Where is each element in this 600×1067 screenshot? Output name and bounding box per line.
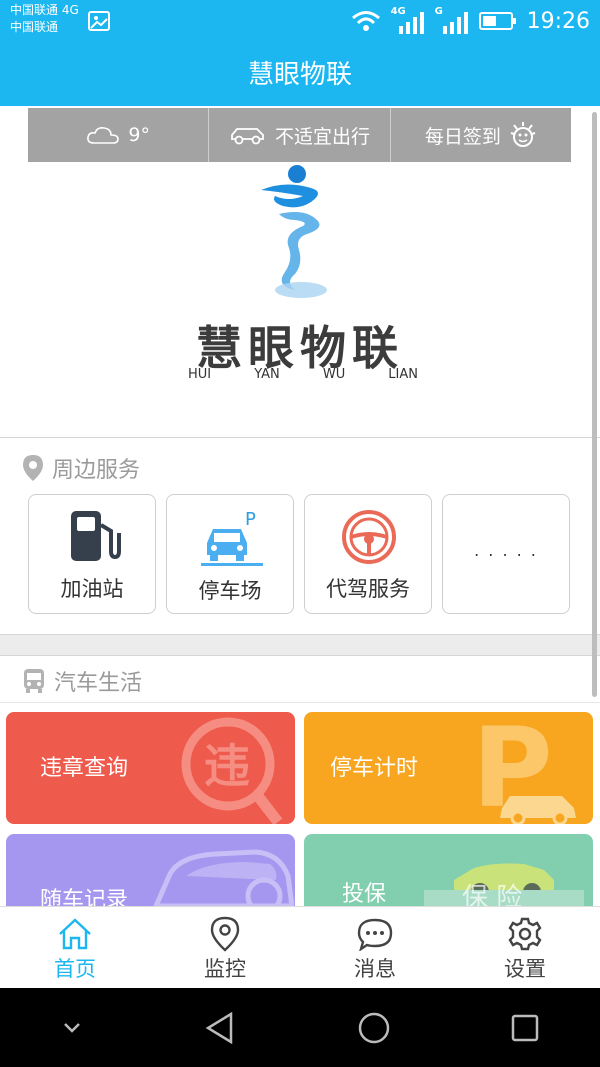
image-icon: [88, 11, 110, 31]
network-g-label: G: [434, 6, 443, 17]
weather-item[interactable]: 9°: [28, 108, 208, 162]
quick-bar: 9° 不适宜出行 每日签到: [28, 108, 571, 162]
section-gap: [0, 634, 600, 656]
tile-label: 停车计时: [330, 756, 419, 781]
car-life-section-header: 汽车生活: [22, 665, 142, 697]
clock: 19:26: [526, 8, 590, 34]
scrollbar[interactable]: [592, 112, 597, 697]
smiley-sun-icon: [510, 122, 536, 147]
tile-parking-timer[interactable]: P 停车计时: [304, 712, 593, 824]
checkin-label: 每日签到: [424, 125, 501, 148]
tile-violation-query[interactable]: 违 违章查询: [6, 712, 295, 824]
home-circle-icon[interactable]: [357, 1011, 391, 1045]
more-icon: . . . . .: [474, 541, 538, 560]
nearby-section-title: 周边服务: [52, 458, 141, 483]
daily-checkin[interactable]: 每日签到: [389, 108, 571, 162]
svg-text:违: 违: [204, 739, 250, 793]
svg-text:保 险: 保 险: [462, 883, 522, 906]
service-more[interactable]: . . . . .: [442, 494, 570, 614]
system-nav-bar: [0, 988, 600, 1067]
tile-label: 投保: [342, 882, 387, 906]
tab-settings[interactable]: 设置: [450, 907, 600, 989]
pinyin-yan: YAN: [254, 367, 280, 382]
logo-mark-icon: [261, 165, 327, 298]
car-watermark-icon: [153, 849, 294, 906]
tile-label: 违章查询: [40, 756, 129, 781]
service-label: 加油站: [60, 577, 124, 601]
tab-monitor[interactable]: 监控: [150, 907, 300, 989]
travel-advice[interactable]: 不适宜出行: [208, 108, 389, 162]
tab-label: 首页: [54, 957, 96, 981]
app-header: 慧眼物联: [0, 44, 600, 106]
car-icon: [231, 128, 264, 145]
tab-messages[interactable]: 消息: [300, 907, 450, 989]
status-bar: 中国联通 4G 中国联通 4G G 19:26: [0, 0, 600, 44]
signal-4g-icon: 4G: [391, 6, 425, 34]
pinyin-lian: LIAN: [388, 367, 418, 382]
recent-apps-icon[interactable]: [510, 1013, 540, 1043]
battery-icon: [478, 12, 516, 30]
travel-label: 不适宜出行: [274, 125, 370, 148]
parking-car-icon: P: [201, 509, 263, 566]
tile-insurance[interactable]: 保 险 投保: [304, 834, 593, 906]
tab-home[interactable]: 首页: [0, 907, 150, 989]
logo-pinyin: HUI YAN WU LIAN: [188, 367, 418, 382]
wifi-icon: [351, 11, 380, 31]
service-designated-driver[interactable]: 代驾服务: [304, 494, 432, 614]
back-icon[interactable]: [203, 1011, 237, 1045]
tab-label: 消息: [354, 957, 396, 981]
tile-driving-record[interactable]: 随车记录: [6, 834, 295, 906]
tab-label: 设置: [504, 957, 546, 981]
carrier-line-2: 中国联通: [10, 20, 59, 34]
violation-watermark-icon: 违: [181, 717, 283, 824]
service-label: 代驾服务: [326, 577, 410, 601]
steering-wheel-icon: [342, 510, 396, 564]
car-life-section-title: 汽车生活: [54, 671, 143, 696]
pinyin-hui: HUI: [188, 367, 212, 382]
parking-watermark-icon: P: [472, 712, 576, 824]
location-pin-icon: [23, 455, 43, 481]
insurance-watermark-icon: 保 险: [424, 863, 584, 906]
carrier-info: 中国联通 4G 中国联通: [10, 2, 79, 36]
tile-label: 随车记录: [40, 888, 129, 906]
weather-temp: 9°: [128, 124, 150, 146]
brand-logo: 慧眼物联 HUI YAN WU LIAN: [0, 162, 600, 437]
carrier-line-1: 中国联通 4G: [10, 3, 79, 17]
divider: [0, 437, 600, 438]
tab-label: 监控: [204, 957, 246, 981]
gas-station-icon: [71, 511, 121, 561]
page-title: 慧眼物联: [247, 60, 352, 90]
service-label: 停车场: [198, 579, 262, 603]
home-icon: [59, 918, 91, 950]
bus-icon: [24, 669, 44, 693]
chat-bubble-icon: [357, 918, 393, 951]
chevron-down-icon[interactable]: [60, 1018, 84, 1038]
cloud-icon: [87, 127, 120, 144]
nearby-section-header: 周边服务: [22, 452, 140, 484]
divider: [0, 702, 600, 703]
signal-g-icon: G: [434, 6, 469, 34]
service-gas-station[interactable]: 加油站: [28, 494, 156, 614]
pinyin-wu: WU: [322, 367, 346, 382]
gear-icon: [508, 917, 542, 951]
location-pin-icon: [210, 916, 240, 952]
service-parking[interactable]: P 停车场: [166, 494, 294, 614]
svg-text:P: P: [245, 509, 256, 530]
bottom-tab-bar: 首页 监控 消息 设置: [0, 906, 600, 989]
status-icons: 4G G 19:26: [351, 6, 590, 36]
